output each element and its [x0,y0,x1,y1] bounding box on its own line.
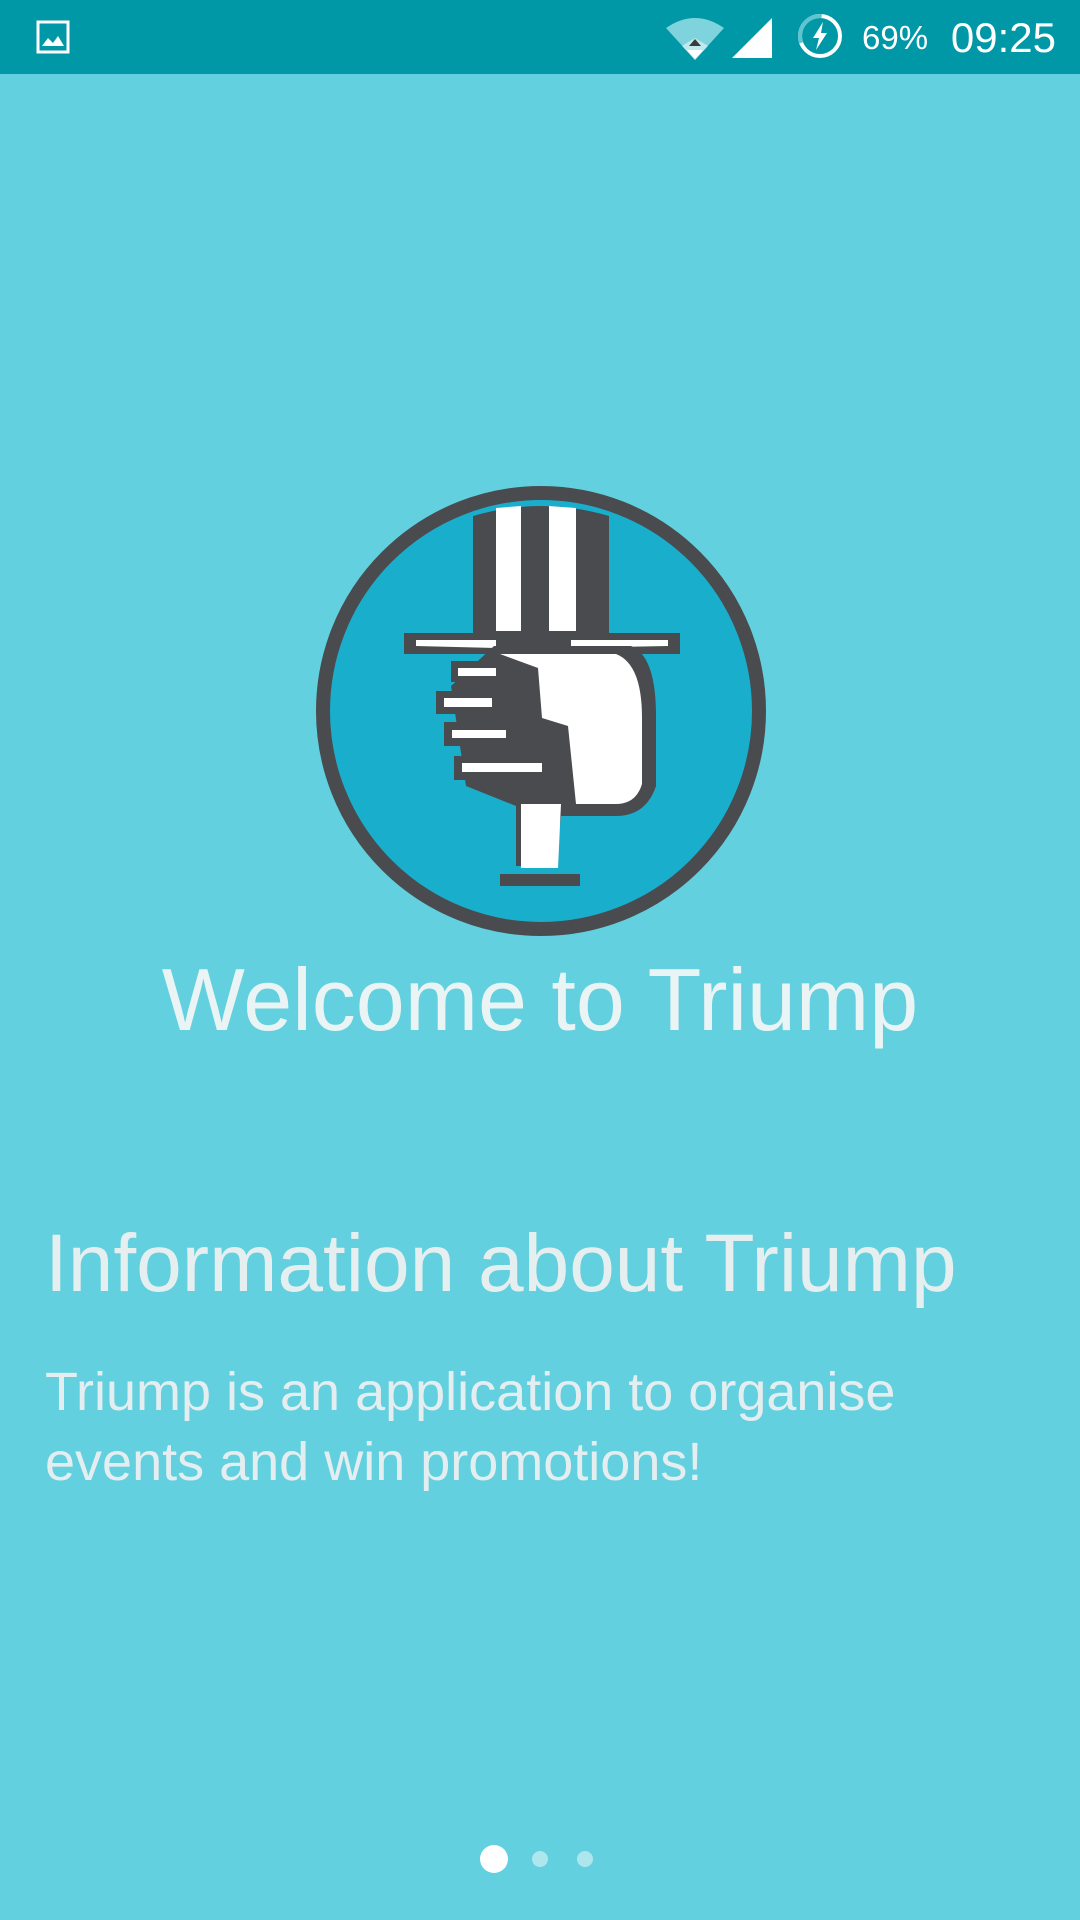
info-description: Triump is an application to organise eve… [45,1362,896,1492]
page-indicator [0,1845,1080,1875]
image-notification-icon [36,20,70,54]
triump-logo [316,486,766,936]
wifi-icon [666,18,724,60]
page-dot-2[interactable] [532,1851,548,1867]
info-title: Information about Triump [45,1218,957,1309]
page-dot-1[interactable] [480,1845,508,1873]
welcome-title: Welcome to Triump [161,950,919,1049]
battery-charging-icon [797,14,842,58]
signal-icon [732,18,772,58]
clock: 09:25 [950,14,1056,61]
battery-percentage: 69% [862,19,929,56]
page-dot-3[interactable] [577,1851,593,1867]
status-bar: 69% 09:25 [0,0,1080,74]
